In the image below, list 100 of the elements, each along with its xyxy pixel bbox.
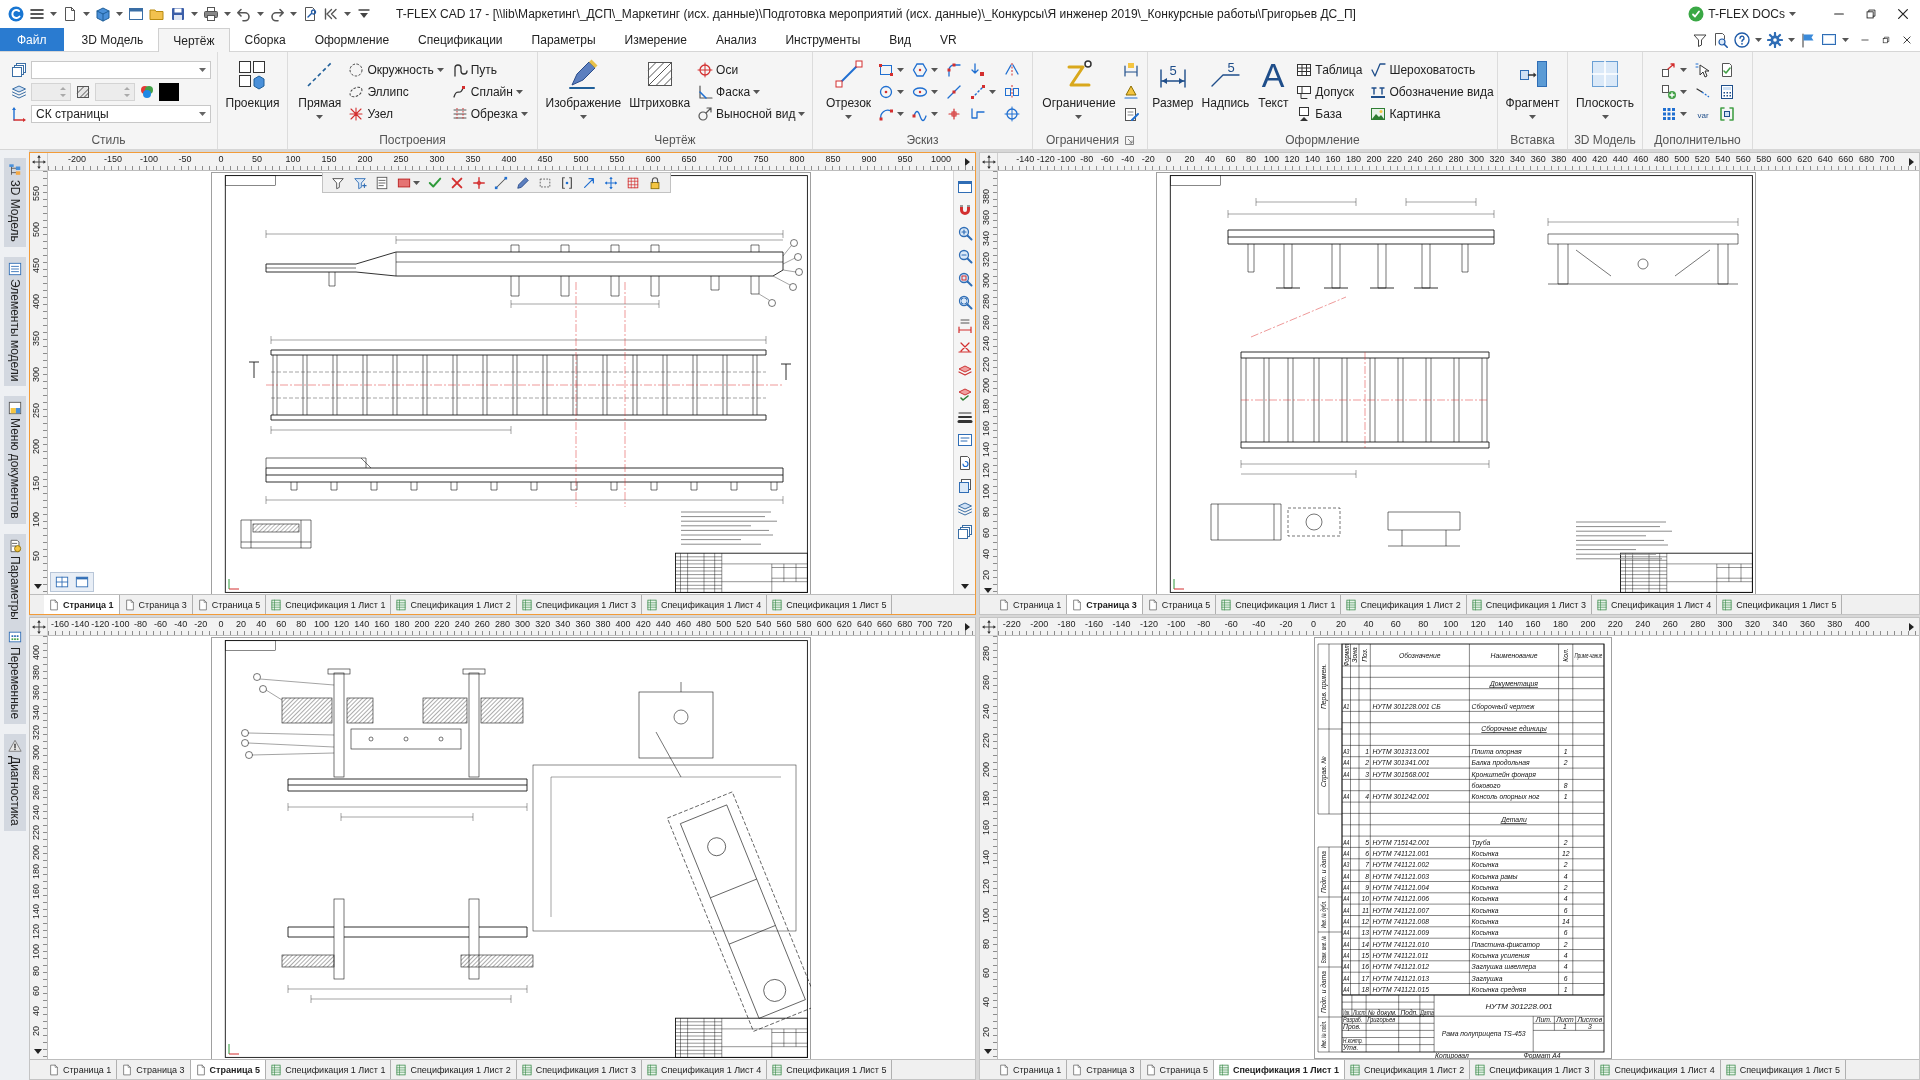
ribbon-tab[interactable]: Спецификации (404, 28, 517, 51)
brackets-icon[interactable] (560, 175, 574, 190)
ribbon-button[interactable]: Картинка (1368, 103, 1496, 125)
ribbon-button[interactable]: Обозначение вида (1368, 81, 1496, 103)
hatch-layer-icon[interactable] (75, 84, 91, 100)
sheet-tab[interactable]: Страница 5 (1140, 1060, 1214, 1079)
caret-icon[interactable] (1755, 37, 1762, 42)
move-icon[interactable] (31, 619, 46, 634)
side-tab[interactable]: Диагностика (3, 734, 26, 831)
dimension-cross-icon[interactable] (956, 340, 973, 356)
down-arrow-icon[interactable] (33, 582, 43, 591)
zoom-window-icon[interactable] (956, 271, 973, 287)
caret-icon[interactable] (224, 12, 231, 16)
folder-icon[interactable] (149, 6, 165, 22)
sheet-tab[interactable]: Спецификация 1 Лист 1 (266, 1060, 392, 1079)
side-tab[interactable]: Параметры (3, 533, 26, 625)
grid-icon[interactable] (626, 175, 640, 190)
ribbon-tab[interactable]: Параметры (517, 28, 610, 51)
save-icon[interactable] (170, 6, 186, 22)
layers-icon[interactable] (956, 501, 973, 517)
close-icon[interactable] (1902, 34, 1912, 45)
layout-single-icon[interactable] (956, 179, 973, 195)
ribbon-button[interactable]: Выносной вид (695, 103, 808, 125)
sheet-tab[interactable]: Спецификация 1 Лист 5 (1720, 1060, 1846, 1079)
sheet-tab[interactable]: Спецификация 1 Лист 2 (391, 595, 517, 614)
screen-icon[interactable] (1821, 31, 1837, 48)
sheet-tab[interactable]: Спецификация 1 Лист 2 (391, 1060, 517, 1079)
dimension-marks-icon[interactable] (956, 317, 973, 333)
sheet-tab[interactable]: Страница 1 (44, 1060, 118, 1079)
undo-icon[interactable] (236, 6, 252, 22)
ribbon-button[interactable]: Штриховка (626, 52, 694, 110)
sheet-tab[interactable]: Страница 3 (1067, 595, 1143, 614)
search-document-icon[interactable] (1713, 31, 1729, 48)
side-tab[interactable]: Меню документов (3, 396, 26, 524)
restore-icon[interactable] (1864, 7, 1878, 21)
cross-mark-icon[interactable] (450, 175, 464, 190)
ribbon-tab[interactable]: VR (926, 28, 971, 51)
redo-icon[interactable] (269, 6, 285, 22)
sheet-tab[interactable]: Спецификация 1 Лист 2 (1344, 1060, 1471, 1079)
color-circles-icon[interactable] (139, 84, 155, 100)
caret-icon[interactable] (1842, 37, 1849, 42)
stacked-pages-icon[interactable] (11, 62, 27, 78)
sheet-tab[interactable]: Страница 1 (44, 595, 120, 614)
sheet-tab[interactable]: Спецификация 1 Лист 1 (266, 595, 392, 614)
ribbon-tab[interactable]: Оформление (300, 28, 404, 51)
ribbon-button[interactable]: Окружность (346, 59, 446, 81)
down-arrow-icon[interactable] (959, 582, 970, 591)
ribbon-button[interactable]: Таблица (1294, 59, 1365, 81)
sheet-tab[interactable]: Страница 5 (190, 1060, 267, 1079)
caret-icon[interactable] (1788, 37, 1795, 42)
caret-icon[interactable] (413, 180, 420, 185)
caret-icon[interactable] (116, 12, 123, 16)
ribbon-button[interactable]: Оси (695, 59, 808, 81)
caret-icon[interactable] (344, 12, 351, 16)
zoom-out-icon[interactable] (956, 248, 973, 264)
diagonal-line-icon[interactable] (494, 175, 508, 190)
line-weight-icon[interactable] (956, 409, 973, 425)
sheet-tab[interactable]: Спецификация 1 Лист 3 (516, 595, 642, 614)
sheet-tab[interactable]: Страница 5 (192, 595, 267, 614)
flag-icon[interactable] (1800, 31, 1816, 48)
ribbon-tab[interactable]: Сборка (230, 28, 300, 51)
side-tab[interactable]: Элементы модели (3, 256, 26, 387)
printer-icon[interactable] (203, 6, 219, 22)
new-document-icon[interactable] (62, 6, 78, 22)
ribbon-button[interactable]: Шероховатость (1368, 59, 1496, 81)
color-swatch[interactable] (159, 83, 179, 101)
layers-icon[interactable] (11, 84, 27, 100)
sheet-tab[interactable]: Страница 5 (1142, 595, 1217, 614)
single-view-icon[interactable] (75, 575, 89, 589)
window-icon[interactable] (128, 6, 144, 22)
plus-icon[interactable] (472, 175, 486, 190)
ribbon-button[interactable]: Изображение (542, 52, 625, 119)
ribbon-button[interactable]: Сплайн (449, 81, 530, 103)
dialog-launcher-icon[interactable] (1125, 135, 1135, 145)
caret-icon[interactable] (290, 12, 297, 16)
ribbon-button[interactable]: Проекция (222, 52, 283, 110)
down-arrow-icon[interactable] (983, 586, 993, 594)
ribbon-tab[interactable]: Измерение (610, 28, 701, 51)
arrow-up-right-icon[interactable] (582, 175, 596, 190)
close-icon[interactable] (1896, 7, 1910, 21)
side-tab[interactable]: Переменные (3, 625, 26, 725)
document-wrench-icon[interactable] (302, 6, 318, 22)
app-logo-icon[interactable] (8, 6, 24, 22)
filter-icon[interactable] (1692, 31, 1708, 48)
sheet-tab[interactable]: Спецификация 1 Лист 5 (1717, 595, 1843, 614)
zoom-fit-icon[interactable] (956, 294, 973, 310)
swatch-icon[interactable] (397, 175, 411, 190)
cube-icon[interactable] (95, 6, 111, 22)
spinner-field[interactable] (31, 83, 71, 101)
right-arrow-icon[interactable] (963, 157, 972, 167)
ribbon-button[interactable]: База (1294, 103, 1365, 125)
rectangle-select-icon[interactable] (538, 175, 552, 190)
ribbon-button[interactable]: Прямая (295, 52, 345, 119)
down-arrow-icon[interactable] (33, 1047, 43, 1056)
sheet-tab[interactable]: Страница 3 (119, 595, 193, 614)
pen-icon[interactable] (516, 175, 530, 190)
ribbon-button[interactable]: Ограничение (1039, 52, 1119, 119)
ribbon-tab[interactable]: Вид (875, 28, 925, 51)
ribbon-button[interactable]: Фрагмент (1502, 52, 1563, 119)
ribbon-button[interactable]: 5 Размер (1149, 52, 1197, 110)
